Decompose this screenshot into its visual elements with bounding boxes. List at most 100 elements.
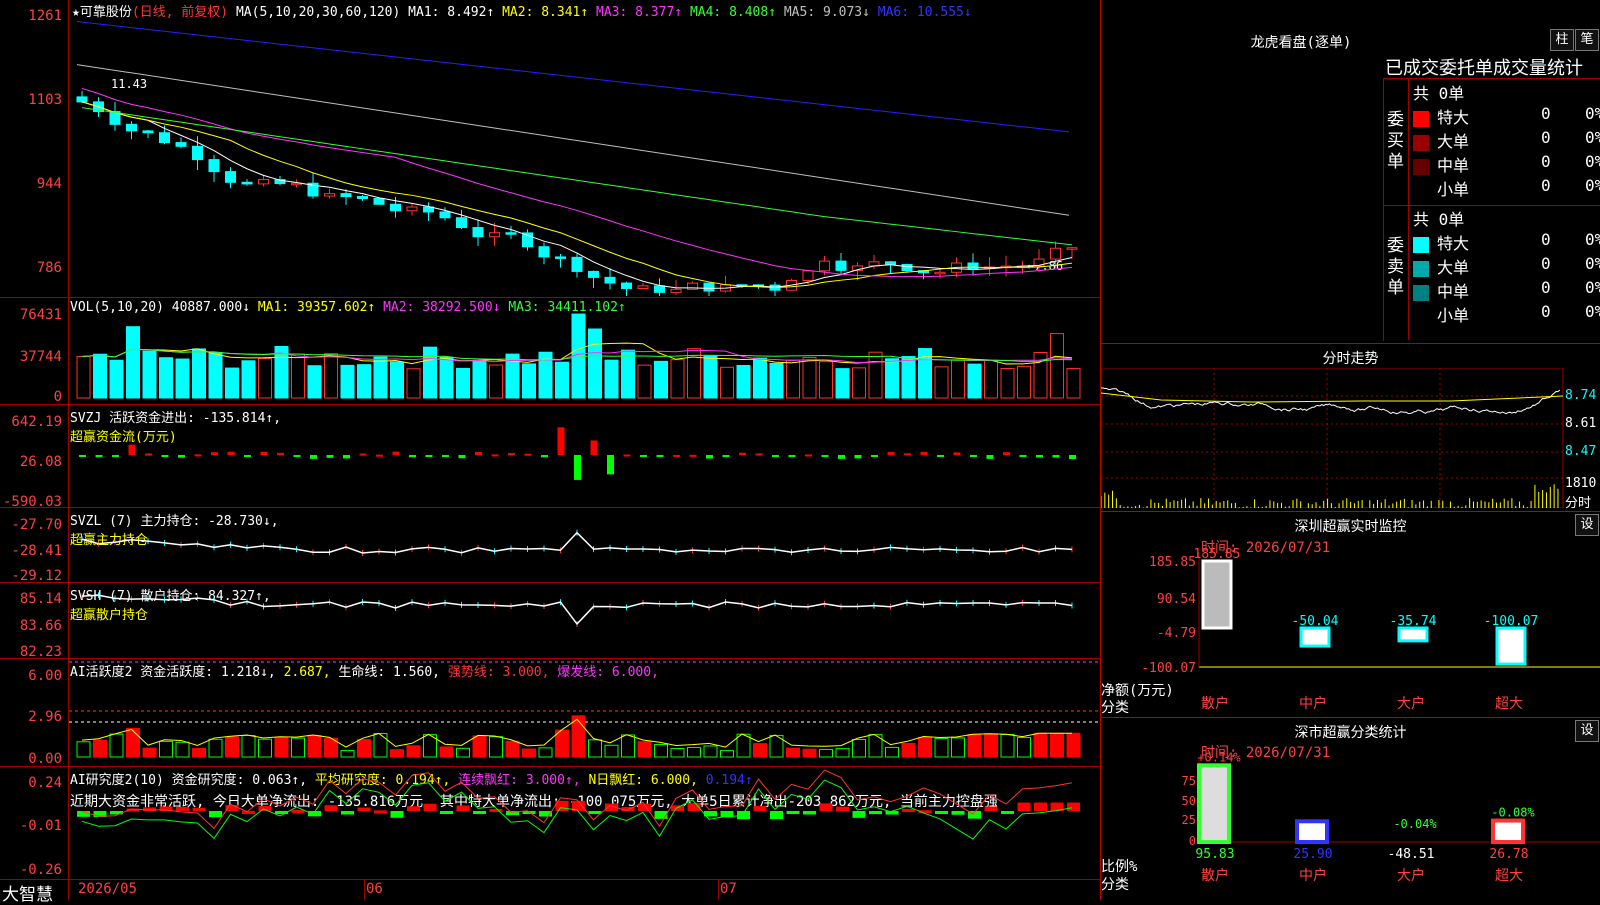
- legend-swatch: [1413, 308, 1429, 325]
- volume-bar: [604, 359, 619, 399]
- monitor-bar: [1299, 626, 1331, 648]
- svsh-line: [81, 594, 1073, 626]
- activity-bar: [720, 750, 734, 758]
- svzj-bar: [178, 455, 185, 458]
- buy-row: 大单 0 0%: [1413, 128, 1600, 152]
- price-chart[interactable]: 11.43 ←7.86: [69, 0, 1099, 296]
- monitor-chart[interactable]: 185.85 90.54 -4.79 -100.07 185.85 散户 -50.04 中户 -…: [1101, 512, 1600, 716]
- volume-bar: [126, 326, 140, 399]
- order-pct: 0%: [1585, 230, 1600, 249]
- order-pct: 0%: [1585, 104, 1600, 123]
- svzj-bar: [112, 455, 119, 457]
- candle: [175, 142, 187, 147]
- volume-bar: [1000, 368, 1015, 399]
- classify-axis-label: 25: [1182, 813, 1196, 827]
- order-count: 0: [1541, 128, 1551, 147]
- svzj-bar: [788, 455, 796, 457]
- ai-research-chart[interactable]: [69, 767, 1099, 878]
- tick-view-button[interactable]: 笔: [1575, 29, 1599, 51]
- volume-bar: [637, 364, 652, 399]
- order-type: 小单: [1437, 306, 1470, 325]
- activity-bar: [274, 737, 289, 758]
- classify-bottom-value: 95.83: [1195, 847, 1234, 862]
- activity-bar: [126, 728, 140, 758]
- research-bar: [291, 809, 305, 813]
- candle: [192, 145, 203, 161]
- intraday-chart[interactable]: [1101, 368, 1564, 508]
- classify-category: 大户: [1397, 867, 1425, 884]
- activity-bar: [241, 734, 256, 758]
- svzj-bar: [1052, 455, 1060, 458]
- intraday-axis-1: 8.74: [1565, 388, 1597, 403]
- research-bar: [803, 811, 816, 815]
- svzl-chart[interactable]: [69, 508, 1099, 581]
- volume-bar: [225, 367, 239, 399]
- activity-bar: [1017, 737, 1031, 758]
- volume-bar: [93, 353, 107, 399]
- price-axis-3: 944: [36, 176, 62, 192]
- research-bar: [489, 808, 503, 812]
- activity-bar: [456, 747, 470, 758]
- activity-bar: [142, 747, 157, 758]
- ai-activity-chart[interactable]: [69, 659, 1099, 765]
- research-bar: [176, 806, 189, 811]
- svzj-bar: [706, 455, 713, 459]
- bar-view-button[interactable]: 柱: [1550, 29, 1574, 51]
- candle: [126, 123, 137, 132]
- buy-side-label: 委买单: [1387, 110, 1404, 172]
- activity-bar: [967, 733, 982, 758]
- svzj-bar: [739, 452, 746, 455]
- candle: [406, 206, 418, 212]
- volume-bar: [406, 368, 421, 399]
- volume-chart[interactable]: [69, 298, 1099, 403]
- intraday-panel[interactable]: 分时走势 8.74 8.61 8.47 1810 分时: [1101, 344, 1600, 511]
- classify-category: 超大: [1495, 868, 1523, 884]
- order-pct: 0%: [1585, 278, 1600, 297]
- activity-bar: [885, 746, 899, 758]
- svzj-bar: [508, 453, 515, 456]
- monitor-bar: [1397, 626, 1429, 643]
- svsh-chart[interactable]: [69, 583, 1099, 657]
- research-bar: [588, 811, 602, 814]
- price-axis-2: 1103: [28, 92, 62, 108]
- ai2-axis-2: -0.01: [19, 818, 62, 834]
- svzj-bar: [854, 455, 862, 459]
- classify-chart[interactable]: 75 50 25 0 +0.14% 95.83 散户 25.90 中户 -0.04% -48.51 大…: [1101, 718, 1600, 900]
- research-bar: [456, 805, 470, 811]
- svzj-bar: [805, 454, 812, 457]
- candle: [76, 96, 88, 103]
- activity-bar: [258, 738, 272, 758]
- svzj-bar: [722, 455, 730, 457]
- kline-workspace[interactable]: 1261 1103 944 786 ★可靠股份(日线, 前复权) MA(5,10…: [0, 0, 1100, 905]
- monitor-axis-label: 90.54: [1157, 592, 1196, 607]
- svzj-bar: [425, 455, 433, 457]
- svzj-bar: [326, 455, 334, 458]
- volume-bar: [703, 355, 718, 399]
- sell-row: 大单 0 0%: [1413, 254, 1600, 278]
- volume-bar: [951, 359, 965, 399]
- app-logo[interactable]: 大智慧: [2, 880, 53, 905]
- legend-swatch: [1413, 284, 1429, 301]
- activity-bar: [786, 747, 800, 758]
- research-bar: [473, 811, 486, 814]
- activity-bar: [159, 740, 173, 758]
- candle: [654, 285, 665, 293]
- monitor-category: 中户: [1299, 695, 1327, 712]
- intraday-vol-value: 1810: [1565, 476, 1597, 491]
- activity-bar: [835, 748, 850, 758]
- volume-bar: [439, 356, 454, 399]
- activity-bar: [76, 741, 91, 758]
- volume-bar: [76, 355, 91, 399]
- volume-bar: [555, 361, 569, 399]
- candle: [967, 262, 979, 270]
- svzl-axis-3: -29.12: [11, 568, 62, 584]
- intraday-axis-2: 8.61: [1565, 416, 1597, 431]
- activity-bar: [753, 743, 767, 758]
- research-bar: [209, 811, 222, 818]
- svzj-chart[interactable]: [69, 405, 1099, 506]
- volume-bar: [654, 360, 668, 399]
- research-bar: [423, 803, 437, 811]
- candle: [390, 203, 401, 212]
- legend-swatch: [1413, 260, 1429, 277]
- activity-bar: [357, 739, 371, 758]
